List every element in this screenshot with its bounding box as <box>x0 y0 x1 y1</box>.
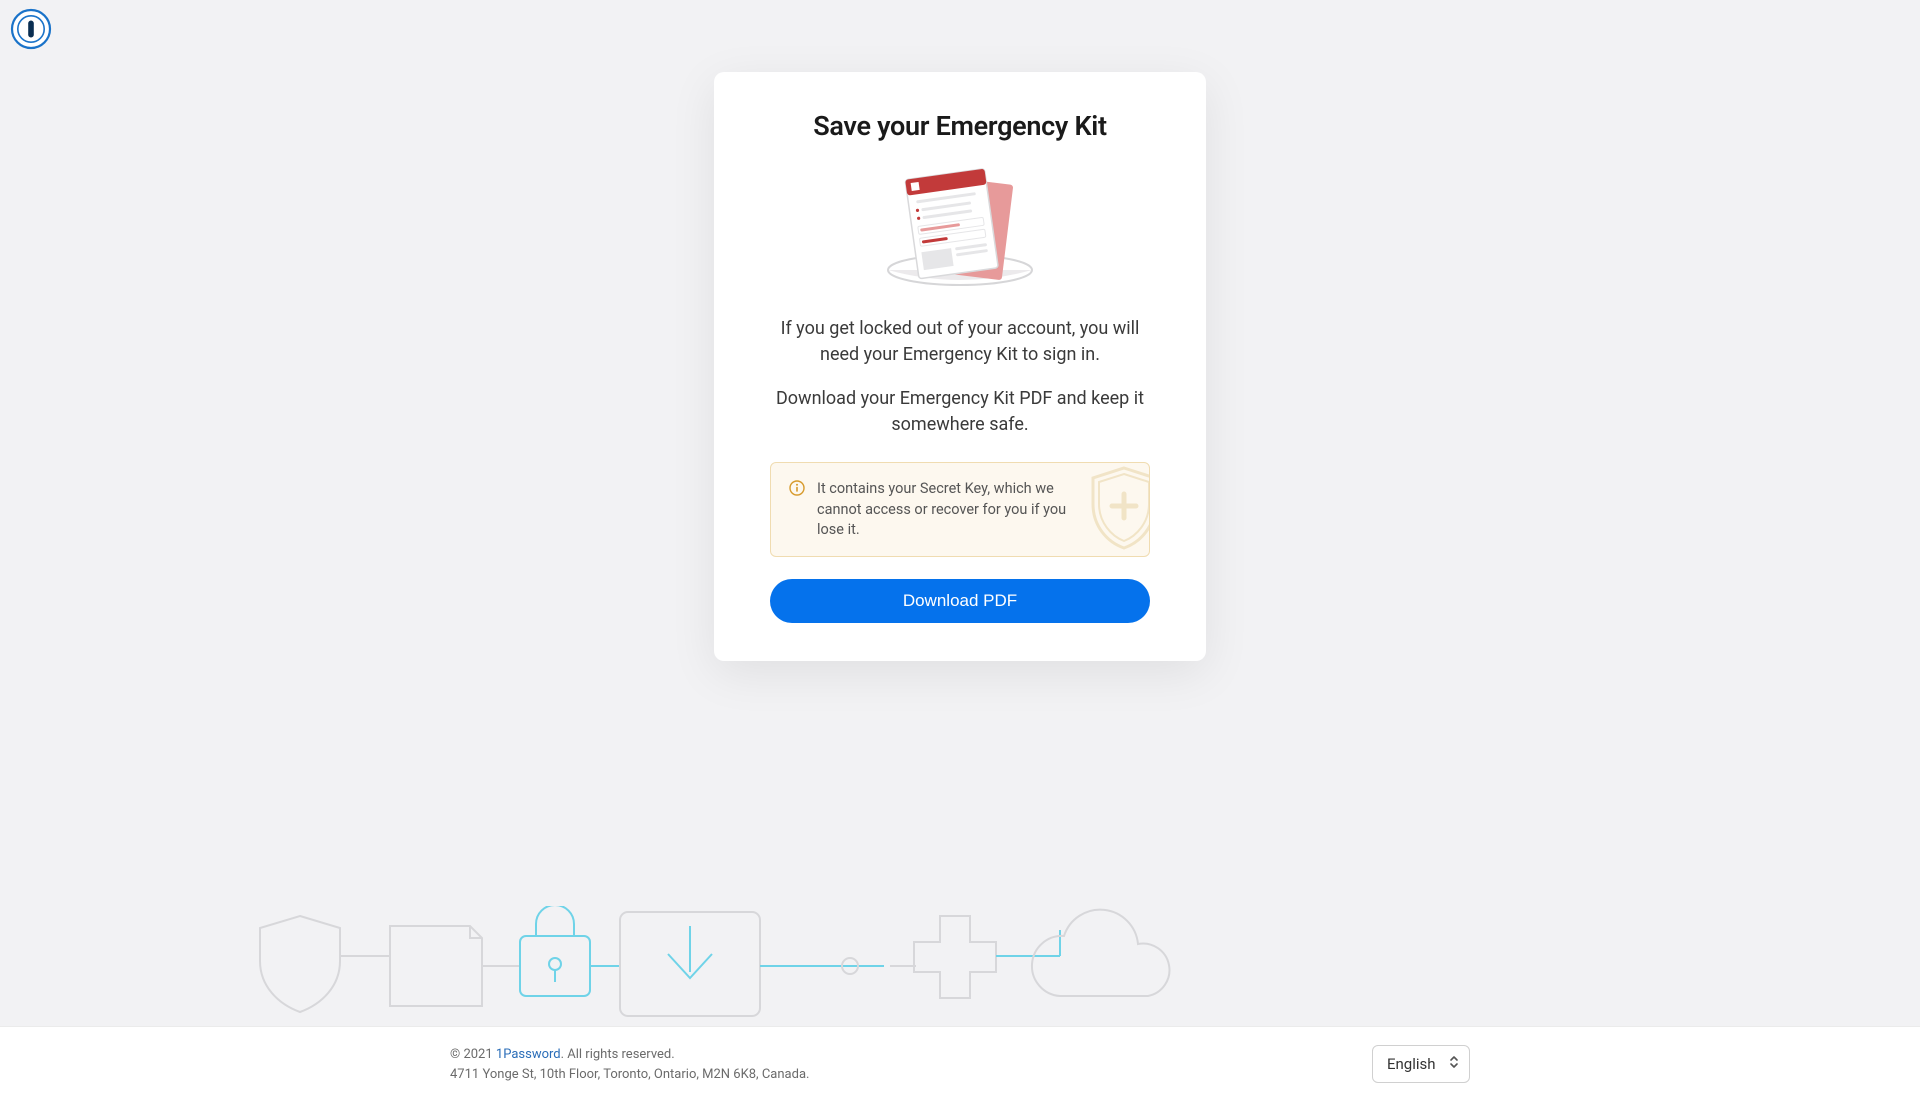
chevron-updown-icon <box>1449 1055 1459 1073</box>
secret-key-info-box: It contains your Secret Key, which we ca… <box>770 462 1150 557</box>
language-label: English <box>1387 1055 1436 1073</box>
copyright-suffix: . All rights reserved. <box>561 1047 675 1062</box>
card-paragraph-2: Download your Emergency Kit PDF and keep… <box>770 386 1150 438</box>
card-heading: Save your Emergency Kit <box>770 110 1150 142</box>
emergency-kit-card: Save your Emergency Kit <box>714 72 1206 661</box>
download-pdf-button[interactable]: Download PDF <box>770 579 1150 623</box>
emergency-kit-illustration <box>870 166 1050 296</box>
footer: © 2021 1Password. All rights reserved. 4… <box>0 1026 1920 1116</box>
language-selector[interactable]: English <box>1372 1045 1470 1083</box>
background-illustration <box>0 906 1920 1026</box>
shield-plus-icon <box>1085 464 1150 556</box>
info-icon <box>789 480 805 540</box>
info-text: It contains your Secret Key, which we ca… <box>817 479 1067 540</box>
footer-address: 4711 Yonge St, 10th Floor, Toronto, Onta… <box>450 1065 809 1085</box>
footer-text: © 2021 1Password. All rights reserved. 4… <box>450 1045 809 1084</box>
copyright-prefix: © 2021 <box>450 1047 496 1062</box>
card-paragraph-1: If you get locked out of your account, y… <box>770 316 1150 368</box>
brand-link[interactable]: 1Password <box>496 1047 561 1062</box>
